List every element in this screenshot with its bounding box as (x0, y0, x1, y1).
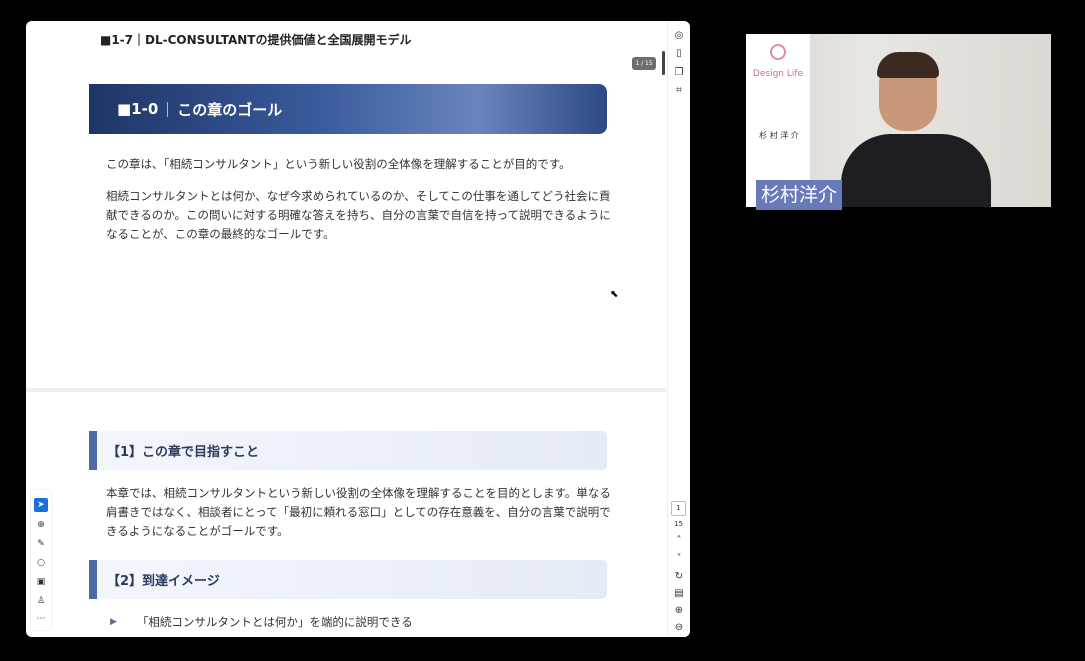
read-aloud-icon[interactable]: ▯ (672, 47, 686, 61)
stamp-icon[interactable]: ♙ (34, 594, 48, 608)
image-icon[interactable]: ▣ (34, 575, 48, 589)
chevron-up-icon[interactable]: ˄ (672, 534, 686, 548)
mouse-cursor-icon: ⬉ (610, 289, 619, 300)
section-1-text: 本章では、相続コンサルタントという新しい役割の全体像を理解することを目的とします… (106, 486, 611, 538)
speaker-body (841, 134, 991, 207)
page-fit-icon[interactable]: ▤ (672, 587, 686, 601)
pen-icon[interactable]: ✎ (34, 537, 48, 551)
card-name: 杉 村 洋 介 (759, 131, 799, 140)
scrollbar-thumb[interactable] (662, 51, 665, 75)
brand-logo-icon (770, 44, 786, 60)
chapter-banner: ■1-0 この章のゴール (89, 84, 607, 134)
goal-paragraph: 相続コンサルタントとは何か、なぜ今求められているのか、そしてこの仕事を通してどう… (106, 189, 611, 241)
list-item: ▶ 「相続コンサルタントとは何か」を端的に説明できる (110, 614, 413, 630)
reader-icon[interactable]: ◎ (672, 29, 686, 43)
zoom-out-icon[interactable]: ⊖ (672, 621, 686, 635)
page-1: ■1-7｜DL-CONSULTANTの提供価値と全国展開モデル ■1-0 この章… (26, 21, 666, 388)
chapter-number: ■1-0 (117, 100, 159, 118)
banner-divider (167, 101, 169, 117)
tool-palette: ➤ ⊕ ✎ ○ ▣ ♙ ⋯ (31, 490, 51, 630)
chevron-down-icon[interactable]: ˅ (672, 552, 686, 566)
document-viewer[interactable]: ■1-7｜DL-CONSULTANTの提供価値と全国展開モデル ■1-0 この章… (26, 21, 690, 637)
current-page-input[interactable]: 1 (671, 501, 686, 516)
page-indicator: 1 / 15 (632, 57, 656, 70)
select-icon[interactable]: ➤ (34, 498, 48, 512)
find-icon[interactable]: ⊕ (34, 518, 48, 532)
zoom-in-icon[interactable]: ⊕ (672, 604, 686, 618)
more-icon[interactable]: ⋯ (34, 612, 48, 626)
brand-name: Design Life (752, 69, 804, 79)
lasso-icon[interactable]: ○ (34, 556, 48, 570)
section-heading-2: 【2】到達イメージ (89, 560, 607, 599)
document-title: ■1-7｜DL-CONSULTANTの提供価値と全国展開モデル (100, 33, 412, 47)
rotate-icon[interactable]: ↻ (672, 570, 686, 584)
crop-icon[interactable]: ⌗ (672, 84, 686, 98)
list-item-text: 「相続コンサルタントとは何か」を端的に説明できる (136, 615, 413, 629)
page-2: 【1】この章で目指すこと 本章では、相続コンサルタントという新しい役割の全体像を… (26, 392, 666, 637)
copy-icon[interactable]: ❐ (672, 66, 686, 80)
speaker-hair (877, 52, 939, 78)
speaker-name-tag: 杉村洋介 (756, 180, 843, 210)
speaker-avatar (841, 52, 991, 207)
total-pages: 15 (674, 520, 683, 528)
section-heading-1: 【1】この章で目指すこと (89, 431, 607, 470)
bullet-triangle-icon: ▶ (110, 617, 117, 627)
chapter-title: この章のゴール (177, 100, 283, 119)
right-toolbar: ◎ ▯ ❐ ⌗ ˄ ˅ ↻ ▤ ⊕ ⊖ (667, 21, 690, 637)
intro-paragraph: この章は、「相続コンサルタント」という新しい役割の全体像を理解することが目的です… (106, 157, 571, 171)
